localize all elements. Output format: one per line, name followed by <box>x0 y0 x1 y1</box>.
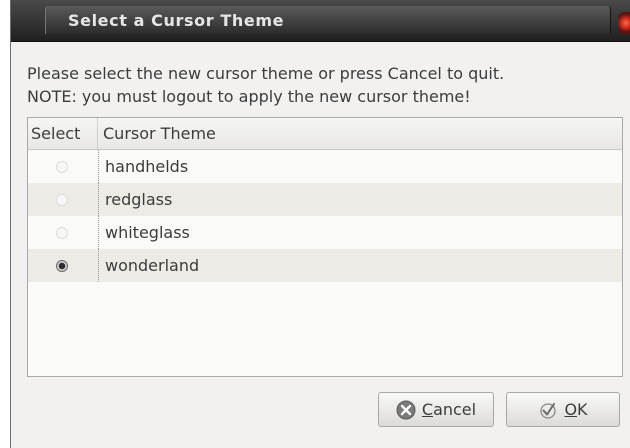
theme-name: wonderland <box>105 256 200 275</box>
title-bar[interactable]: Select a Cursor Theme <box>11 0 630 42</box>
window-title: Select a Cursor Theme <box>68 11 285 30</box>
ok-button[interactable]: OK <box>506 392 620 427</box>
list-item[interactable]: wonderland <box>28 249 622 282</box>
ok-button-label: OK <box>564 400 588 419</box>
checkmark-icon <box>540 402 557 419</box>
close-button[interactable] <box>618 12 630 34</box>
radio-button-selected[interactable] <box>56 260 68 272</box>
list-item[interactable]: redglass <box>28 183 622 216</box>
cancel-button-label: Cancel <box>421 400 477 419</box>
radio-button[interactable] <box>56 194 68 206</box>
column-divider <box>98 216 99 249</box>
cursor-theme-list[interactable]: Select Cursor Theme handhelds redglass w… <box>27 117 623 377</box>
column-divider <box>98 183 99 216</box>
instruction-line-2: NOTE: you must logout to apply the new c… <box>27 87 471 106</box>
instruction-text: Please select the new cursor theme or pr… <box>27 62 627 108</box>
theme-name: handhelds <box>105 157 189 176</box>
column-header-cursor-theme[interactable]: Cursor Theme <box>98 118 216 149</box>
list-item[interactable]: whiteglass <box>28 216 622 249</box>
column-divider <box>98 150 99 183</box>
list-item[interactable]: handhelds <box>28 150 622 183</box>
column-divider <box>98 249 99 282</box>
cancel-button[interactable]: Cancel <box>378 392 494 427</box>
column-header-select[interactable]: Select <box>28 118 98 149</box>
list-header: Select Cursor Theme <box>28 118 622 150</box>
theme-name: redglass <box>105 190 173 209</box>
radio-button[interactable] <box>56 227 68 239</box>
theme-name: whiteglass <box>105 223 190 242</box>
instruction-line-1: Please select the new cursor theme or pr… <box>27 64 505 83</box>
radio-button[interactable] <box>56 161 68 173</box>
cancel-icon <box>396 400 416 419</box>
